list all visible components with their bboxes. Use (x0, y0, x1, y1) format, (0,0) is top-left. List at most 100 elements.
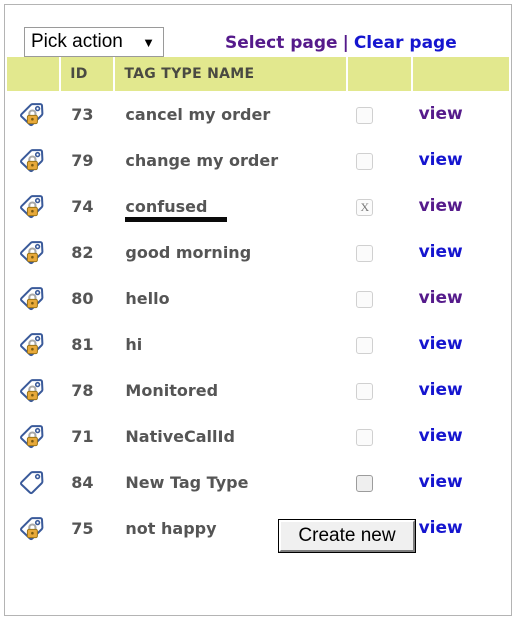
view-link[interactable]: view (419, 426, 463, 446)
row-view-cell: view (412, 229, 509, 275)
clear-page-link[interactable]: Clear page (354, 33, 457, 53)
table-row: 71 NativeCallId view (7, 413, 509, 459)
row-id: 73 (61, 91, 114, 137)
row-select-cell (348, 91, 411, 137)
table-row: 80 hello view (7, 275, 509, 321)
view-link[interactable]: view (419, 334, 463, 354)
tag-lock-icon (19, 285, 59, 311)
row-select-cell: X (348, 183, 411, 229)
pick-action-label: Pick action (31, 31, 123, 52)
row-select-checkbox[interactable]: X (356, 198, 374, 216)
row-tag-type-name-text: NativeCallId (125, 426, 235, 446)
row-icon-cell (7, 91, 60, 137)
create-new-button[interactable]: Create new (278, 519, 416, 553)
column-header-id: ID (61, 57, 114, 91)
checkbox-x-mark: X (360, 199, 370, 214)
view-link[interactable]: view (419, 472, 463, 492)
row-id: 79 (61, 137, 114, 183)
row-select-cell (348, 367, 411, 413)
tag-lock-icon (19, 101, 59, 127)
column-header-view (412, 57, 509, 91)
row-icon-cell (7, 505, 60, 551)
row-tag-type-name-text: hello (125, 288, 170, 308)
row-icon-cell (7, 367, 60, 413)
row-select-cell (348, 137, 411, 183)
tag-type-table: ID TAG TYPE NAME 73 cancel my order view 79… (5, 57, 511, 551)
row-view-cell: view (412, 505, 509, 551)
row-view-cell: view (412, 321, 509, 367)
row-select-checkbox[interactable] (356, 106, 374, 124)
row-view-cell: view (412, 275, 509, 321)
row-icon-cell (7, 229, 60, 275)
table-row: 78 Monitored view (7, 367, 509, 413)
row-tag-type-name-text: change my order (125, 150, 279, 170)
row-tag-type-name-text: confused (125, 196, 208, 216)
row-select-checkbox[interactable] (356, 428, 374, 446)
row-select-cell (348, 275, 411, 321)
table-header: ID TAG TYPE NAME (7, 57, 509, 91)
row-tag-type-name: Monitored (115, 367, 347, 413)
row-tag-type-name-text: hi (125, 334, 143, 354)
row-id: 78 (61, 367, 114, 413)
action-toolbar: Pick action ▼ Select page | Clear page (5, 5, 511, 57)
row-icon-cell (7, 321, 60, 367)
table-row: 82 good morning view (7, 229, 509, 275)
row-view-cell: view (412, 91, 509, 137)
row-tag-type-name: change my order (115, 137, 347, 183)
column-header-check (348, 57, 411, 91)
row-select-cell (348, 321, 411, 367)
tag-lock-icon (19, 331, 59, 357)
row-view-cell: view (412, 459, 509, 505)
row-icon-cell (7, 459, 60, 505)
row-tag-type-name-text: not happy (125, 518, 217, 538)
row-id: 71 (61, 413, 114, 459)
row-icon-cell (7, 183, 60, 229)
view-link[interactable]: view (419, 242, 463, 262)
tag-lock-icon (19, 423, 59, 449)
table-row: 81 hi view (7, 321, 509, 367)
row-id: 84 (61, 459, 114, 505)
tag-lock-icon (19, 377, 59, 403)
row-select-checkbox[interactable] (356, 290, 374, 308)
column-header-icon (7, 57, 60, 91)
row-select-checkbox[interactable] (356, 244, 374, 262)
select-page-link[interactable]: Select page (225, 33, 338, 53)
row-icon-cell (7, 137, 60, 183)
row-tag-type-name-text: good morning (125, 242, 252, 262)
row-select-checkbox[interactable] (356, 152, 374, 170)
row-select-checkbox[interactable] (356, 382, 374, 400)
row-icon-cell (7, 275, 60, 321)
row-select-cell (348, 459, 411, 505)
page-selection-links: Select page | Clear page (225, 33, 457, 53)
tag-icon (19, 469, 59, 495)
table-body: 73 cancel my order view 79 change my order vi… (7, 91, 509, 551)
page-frame: Pick action ▼ Select page | Clear page ID … (4, 4, 512, 616)
view-link[interactable]: view (419, 518, 463, 538)
view-link[interactable]: view (419, 288, 463, 308)
row-tag-type-name: hi (115, 321, 347, 367)
tag-lock-icon (19, 147, 59, 173)
row-tag-type-name: confused (115, 183, 347, 229)
row-id: 75 (61, 505, 114, 551)
pick-action-select[interactable]: Pick action ▼ (24, 27, 164, 57)
row-view-cell: view (412, 183, 509, 229)
row-tag-type-name: good morning (115, 229, 347, 275)
row-select-checkbox[interactable] (356, 336, 374, 354)
links-separator: | (342, 33, 349, 53)
table-header-row: ID TAG TYPE NAME (7, 57, 509, 91)
row-view-cell: view (412, 413, 509, 459)
row-tag-type-name: New Tag Type (115, 459, 347, 505)
row-tag-type-name-text: New Tag Type (125, 472, 249, 492)
table-row: 75 not happy view (7, 505, 509, 551)
row-select-cell (348, 413, 411, 459)
table-row: 73 cancel my order view (7, 91, 509, 137)
view-link[interactable]: view (419, 196, 463, 216)
row-id: 81 (61, 321, 114, 367)
row-tag-type-name: cancel my order (115, 91, 347, 137)
view-link[interactable]: view (419, 104, 463, 124)
row-tag-type-name: NativeCallId (115, 413, 347, 459)
row-select-checkbox[interactable] (356, 474, 374, 492)
view-link[interactable]: view (419, 380, 463, 400)
view-link[interactable]: view (419, 150, 463, 170)
chevron-down-icon: ▼ (142, 35, 155, 50)
